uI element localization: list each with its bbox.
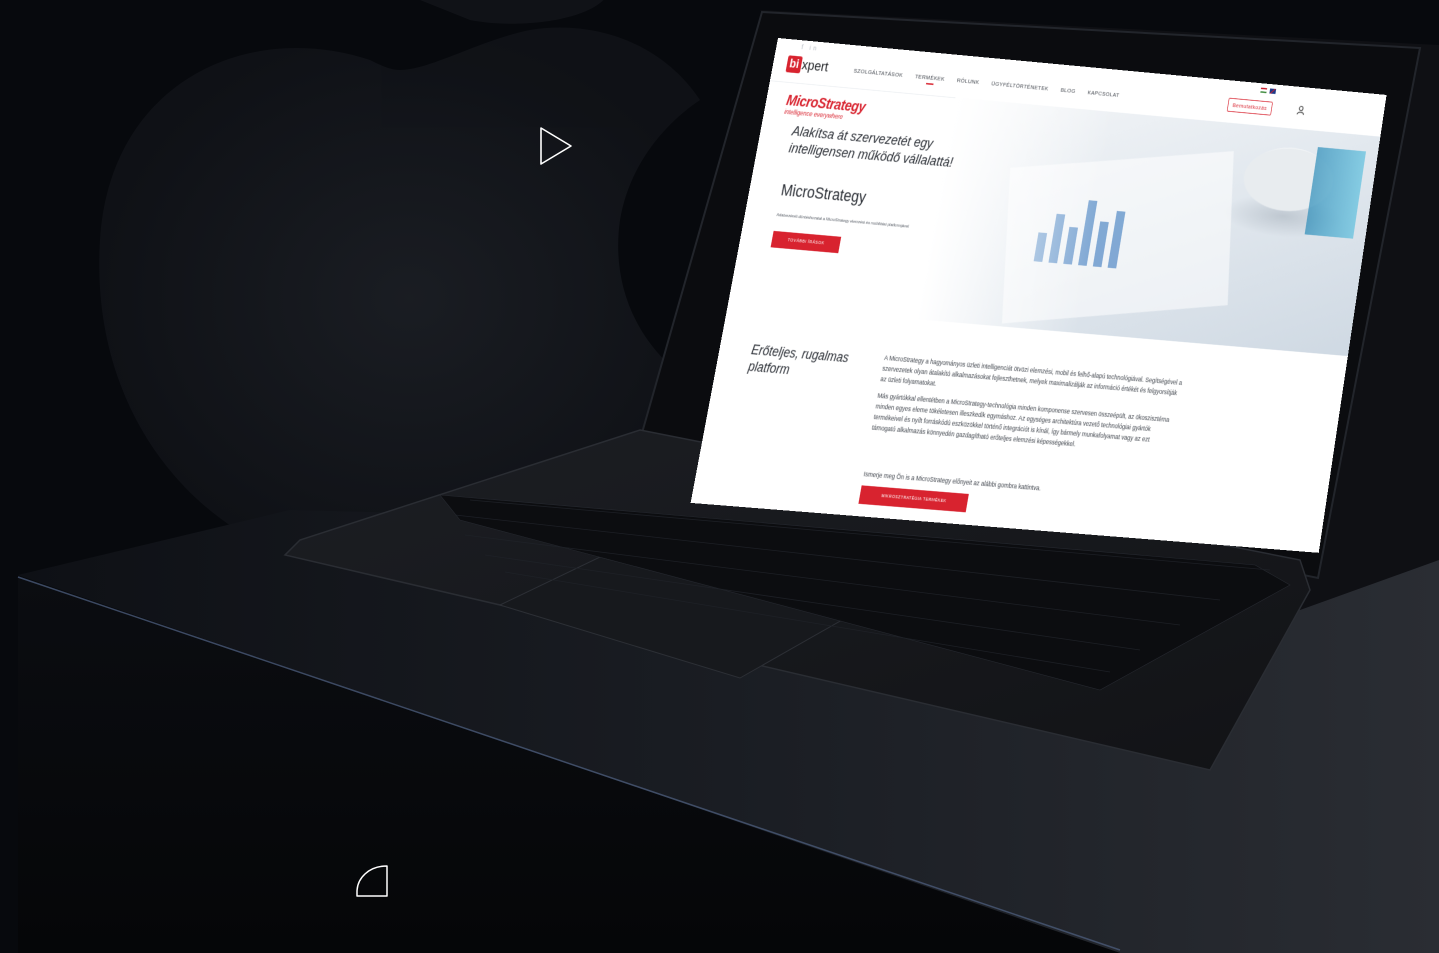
- logo-xpert: xpert: [800, 57, 830, 75]
- products-button[interactable]: MIKROSZTRATÉGIA TERMÉKEK: [858, 485, 969, 513]
- hero-title: Alakítsa át szervezetét egy intelligense…: [787, 123, 955, 171]
- hero-description: Adatvezérelt döntéshozatal a MicroStrate…: [776, 213, 910, 230]
- nav-item[interactable]: Szolgáltatások: [853, 67, 903, 78]
- flag-en-icon[interactable]: [1269, 88, 1277, 95]
- nav-item[interactable]: Kapcsolat: [1087, 89, 1120, 98]
- tablet-screen-website: f in bi xpert Szolgáltatások Termékek Ró…: [690, 38, 1387, 553]
- nav-item[interactable]: Ügyféltörténetek: [991, 80, 1049, 92]
- play-icon[interactable]: [538, 126, 574, 166]
- nav-item-active[interactable]: Termékek: [915, 73, 946, 82]
- body-text: A MicroStrategy a hagyományos üzleti int…: [870, 352, 1183, 463]
- section-title: Erőteljes, rugalmas platform: [747, 341, 851, 378]
- language-flags[interactable]: [1260, 87, 1277, 95]
- microstrategy-logo: MicroStrategy intelligence everywhere: [784, 92, 867, 122]
- hero-button[interactable]: TOVÁBBI ÍRÁSOK: [770, 230, 842, 254]
- nav-item[interactable]: Blog: [1060, 87, 1076, 95]
- flag-hu-icon[interactable]: [1260, 87, 1268, 94]
- corner-icon[interactable]: [355, 864, 391, 898]
- cta-button[interactable]: Bemutatkozás: [1226, 97, 1273, 116]
- main-nav: Szolgáltatások Termékek Rólunk Ügyféltör…: [853, 67, 1120, 98]
- nav-item[interactable]: Rólunk: [956, 77, 979, 86]
- hero-subtitle: MicroStrategy: [779, 180, 868, 207]
- user-icon[interactable]: [1296, 105, 1306, 116]
- social-links[interactable]: f in: [801, 43, 820, 52]
- bixpert-logo[interactable]: bi xpert: [785, 55, 830, 76]
